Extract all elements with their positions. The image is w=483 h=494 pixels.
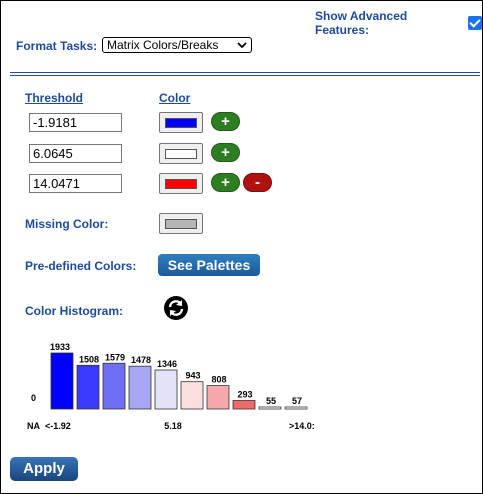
color-histogram-label: Color Histogram: [25,304,124,318]
add-threshold-button-1[interactable]: + [211,112,240,131]
histogram-value-label: 1346 [157,359,177,369]
threshold-input-2[interactable]: 6.0645 [29,144,122,163]
divider-top [10,72,480,73]
format-tasks-label: Format Tasks: [16,39,98,53]
histogram-value-label: 293 [237,390,252,400]
histogram-bar [180,381,204,410]
predefined-colors-label: Pre-defined Colors: [25,259,137,273]
histogram-value-label: 1508 [79,354,99,364]
histogram-value-label: 943 [185,371,200,381]
color-swatch-3 [165,179,197,189]
histogram-value-label: 808 [211,375,226,385]
color-swatch-2 [165,149,197,159]
add-threshold-button-2[interactable]: + [211,143,240,162]
format-panel: Show Advanced Features: Format Tasks: Ma… [0,0,483,494]
remove-threshold-button-3[interactable]: - [243,173,272,192]
histogram-value-label: 1579 [105,352,125,362]
histogram-x-label: 5.18 [164,421,182,431]
missing-color-picker[interactable] [159,213,203,234]
color-picker-2[interactable] [159,143,203,164]
threshold-input-1[interactable]: -1.9181 [29,113,122,132]
add-threshold-button-3[interactable]: + [211,173,240,192]
format-tasks-value: Matrix Colors/Breaks [107,38,219,52]
color-picker-3[interactable] [159,173,203,194]
histogram-bar [258,406,282,410]
histogram-x-label: <-1.92 [45,421,71,431]
histogram-value-label: 57 [292,396,302,406]
histogram-value-label: 1933 [50,342,70,352]
advanced-features-checkbox[interactable] [468,16,482,30]
see-palettes-button[interactable]: See Palettes [158,254,260,276]
missing-color-swatch [165,219,197,229]
format-tasks-select[interactable]: Matrix Colors/Breaks [102,37,252,53]
histogram-bar [206,385,230,410]
histogram-bar [102,362,126,410]
refresh-icon[interactable] [163,295,189,321]
advanced-features-label: Show Advanced Features: [315,9,408,37]
histogram-value-label: 1478 [131,355,151,365]
histogram-bar [284,406,308,410]
color-picker-1[interactable] [159,112,203,133]
histogram-zero-label: 0 [31,393,36,403]
divider-bottom [10,75,480,76]
histogram-value-label: 55 [266,396,276,406]
advanced-features-toggle[interactable]: Show Advanced Features: [315,9,482,37]
color-swatch-1 [165,118,197,128]
color-histogram-chart: 0 1933 1508 1579 1478 1346 943 808 293 55 57 NA <-1.… [27,342,315,431]
histogram-x-label: >14.0: [289,421,315,431]
apply-button[interactable]: Apply [10,457,78,481]
color-header-link[interactable]: Color [159,91,190,105]
histogram-bar [76,364,100,410]
threshold-input-3[interactable]: 14.0471 [29,174,122,193]
histogram-bar [128,365,152,410]
histogram-bar [232,400,256,410]
missing-color-label: Missing Color: [25,217,109,231]
histogram-x-label: NA [27,421,40,431]
chevron-down-icon [237,42,247,49]
histogram-bar [50,352,74,410]
threshold-header-link[interactable]: Threshold [25,91,83,105]
histogram-bar [154,369,178,410]
